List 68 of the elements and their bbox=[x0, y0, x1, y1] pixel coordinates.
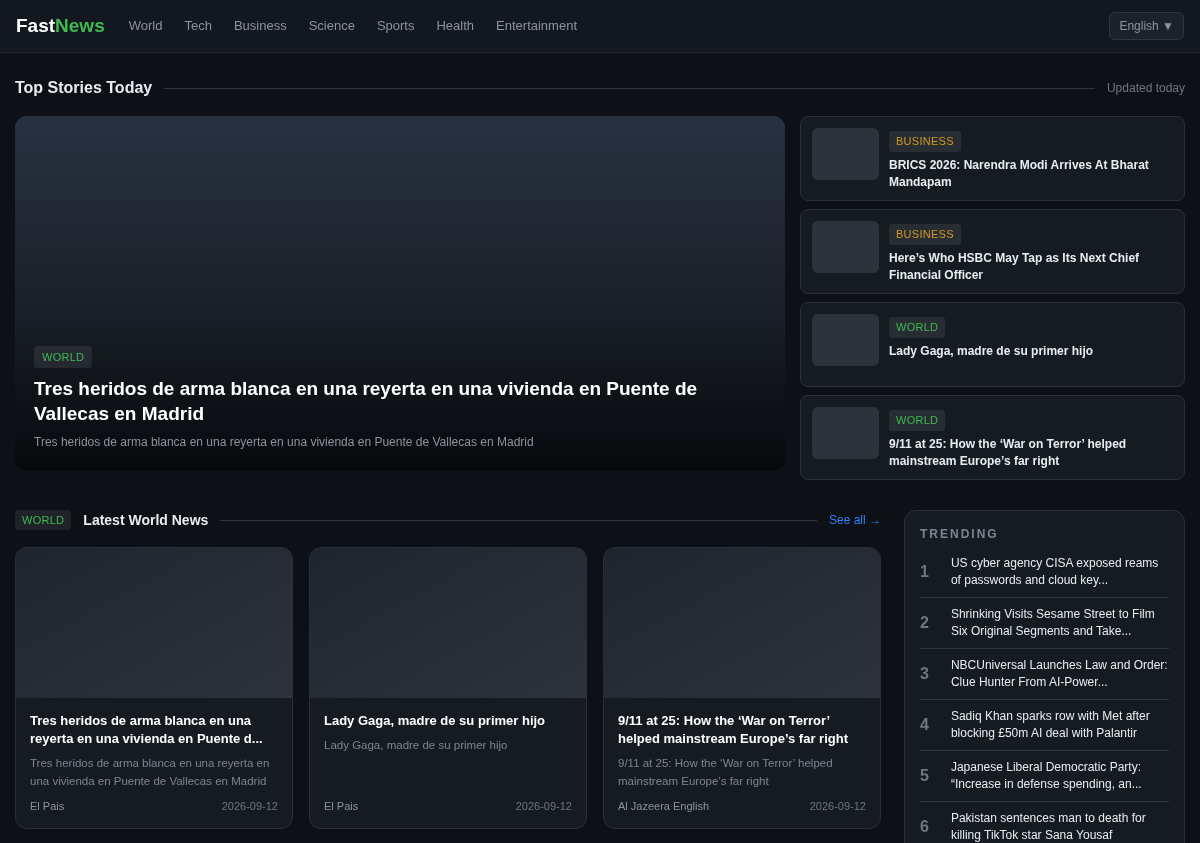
thumbnail-placeholder bbox=[812, 221, 879, 273]
trending-item[interactable]: 5 Japanese Liberal Democratic Party: “Increase in defense spending, an... bbox=[920, 751, 1169, 802]
story-headline[interactable]: BRICS 2026: Narendra Modi Arrives At Bharat Mandapam bbox=[889, 157, 1173, 191]
article-headline[interactable]: Lady Gaga, madre de su primer hijo bbox=[324, 712, 572, 730]
updated-label: Updated today bbox=[1106, 80, 1185, 97]
article-summary: Tres heridos de arma blanca en una reyerta en una vivienda en Puente de Vallecas en Madrid bbox=[30, 756, 271, 789]
article-headline[interactable]: Tres heridos de arma blanca en una reyerta en una vivienda en Puente d... bbox=[30, 712, 278, 748]
story-card[interactable]: BUSINESS BRICS 2026: Narendra Modi Arrives At Bharat Mandapam bbox=[800, 116, 1185, 201]
section-title: Latest World News bbox=[83, 510, 209, 530]
story-headline[interactable]: 9/11 at 25: How the ‘War on Terror’ helped mainstream Europe’s far right bbox=[889, 436, 1173, 470]
trending-item[interactable]: 2 Shrinking Visits Sesame Street to Film Six Original Segments and Take... bbox=[920, 598, 1169, 649]
category-badge: BUSINESS bbox=[889, 224, 961, 245]
trending-headline: NBCUniversal Launches Law and Order: Clue Hunter From AI-Power... bbox=[950, 657, 1169, 691]
article-card[interactable]: Lady Gaga, madre de su primer hijo Lady Gaga, madre de su primer hijo El Pais 2026-09-12 bbox=[309, 547, 587, 829]
trending-headline: Pakistan sentences man to death for killing TikTok star Sana Yousaf bbox=[950, 810, 1147, 843]
article-card[interactable]: 9/11 at 25: How the ‘War on Terror’ helped mainstream Europe’s far right 9/11 at 25: How the ‘War on Terror’ helped mainstream Europe’s far right Al Jazeera English 2026-09-12 bbox=[603, 547, 881, 829]
article-card[interactable]: Tres heridos de arma blanca en una reyerta en una vivienda en Puente d... Tres heridos de arma blanca en una reyerta en una vivienda en Puente de Vallecas en Madrid El Pais 2026-09-12 bbox=[15, 547, 293, 829]
trending-headline: Shrinking Visits Sesame Street to Film Six Original Segments and Take... bbox=[950, 606, 1156, 640]
thumbnail-placeholder bbox=[812, 314, 879, 366]
thumbnail-placeholder bbox=[812, 407, 879, 459]
story-headline[interactable]: Lady Gaga, madre de su primer hijo bbox=[889, 343, 1094, 360]
story-card[interactable]: WORLD Lady Gaga, madre de su primer hijo bbox=[800, 302, 1185, 387]
section-title: Top Stories Today bbox=[15, 78, 153, 98]
rank-number: 3 bbox=[920, 664, 929, 684]
article-summary: Lady Gaga, madre de su primer hijo bbox=[324, 738, 509, 753]
rank-number: 4 bbox=[920, 715, 929, 735]
trending-item[interactable]: 6 Pakistan sentences man to death for killing TikTok star Sana Yousaf bbox=[920, 802, 1169, 843]
category-badge: WORLD bbox=[15, 509, 72, 531]
rank-number: 1 bbox=[920, 562, 929, 582]
thumbnail-placeholder bbox=[812, 128, 879, 180]
trending-headline: US cyber agency CISA exposed reams of passwords and cloud key... bbox=[950, 555, 1160, 589]
see-all-link[interactable]: See all → bbox=[828, 511, 881, 529]
article-source: Al Jazeera English bbox=[618, 798, 710, 814]
article-summary: 9/11 at 25: How the ‘War on Terror’ helped mainstream Europe’s far right bbox=[618, 756, 834, 789]
trending-headline: Japanese Liberal Democratic Party: “Increase in defense spending, an... bbox=[950, 759, 1143, 793]
rank-number: 6 bbox=[920, 817, 929, 837]
category-badge: WORLD bbox=[889, 317, 946, 338]
article-source: El Pais bbox=[324, 798, 359, 814]
nav-link[interactable]: Health bbox=[436, 16, 475, 36]
trending-headline: Sadiq Khan sparks row with Met after blocking £50m AI deal with Palantir bbox=[950, 708, 1151, 742]
nav-link[interactable]: Tech bbox=[184, 16, 212, 36]
hero-summary: Tres heridos de arma blanca en una reyerta en una vivienda en Puente de Vallecas en Madrid bbox=[34, 434, 535, 451]
nav-link[interactable]: Business bbox=[233, 16, 287, 36]
story-card[interactable]: BUSINESS Here’s Who HSBC May Tap as Its Next Chief Financial Officer bbox=[800, 209, 1185, 294]
nav-link[interactable]: Entertainment bbox=[496, 16, 577, 36]
rank-number: 2 bbox=[920, 613, 929, 633]
category-badge: BUSINESS bbox=[889, 131, 961, 152]
article-date: 2026-09-12 bbox=[809, 798, 866, 814]
hero-headline[interactable]: Tres heridos de arma blanca en una reyerta en una vivienda en Puente de Vallecas en Madrid bbox=[34, 376, 766, 426]
nav-link[interactable]: World bbox=[128, 16, 163, 36]
rank-number: 5 bbox=[920, 766, 929, 786]
article-source: El Pais bbox=[30, 798, 65, 814]
nav-link[interactable]: Science bbox=[308, 16, 355, 36]
nav-link[interactable]: Sports bbox=[376, 16, 415, 36]
article-headline[interactable]: 9/11 at 25: How the ‘War on Terror’ helped mainstream Europe’s far right bbox=[618, 712, 866, 748]
trending-item[interactable]: 4 Sadiq Khan sparks row with Met after blocking £50m AI deal with Palantir bbox=[920, 700, 1169, 751]
hero-story-card[interactable]: WORLD Tres heridos de arma blanca en una reyerta en una vivienda en Puente de Vallecas en Madrid Tres heridos de arma blanca en una reyerta en una vivienda en Puente de Vallecas en Madrid bbox=[15, 116, 785, 471]
story-headline[interactable]: Here’s Who HSBC May Tap as Its Next Chief Financial Officer bbox=[889, 250, 1173, 284]
article-date: 2026-09-12 bbox=[221, 798, 278, 814]
trending-item[interactable]: 1 US cyber agency CISA exposed reams of passwords and cloud key... bbox=[920, 547, 1169, 598]
language-select[interactable]: English ▼ bbox=[1109, 12, 1184, 40]
category-badge: WORLD bbox=[34, 345, 93, 368]
trending-item[interactable]: 3 NBCUniversal Launches Law and Order: Clue Hunter From AI-Power... bbox=[920, 649, 1169, 700]
site-logo[interactable]: FastNews bbox=[16, 11, 105, 41]
trending-title: TRENDING bbox=[920, 526, 1000, 543]
article-date: 2026-09-12 bbox=[515, 798, 572, 814]
story-card[interactable]: WORLD 9/11 at 25: How the ‘War on Terror’ helped mainstream Europe’s far right bbox=[800, 395, 1185, 480]
category-badge: WORLD bbox=[889, 410, 946, 431]
